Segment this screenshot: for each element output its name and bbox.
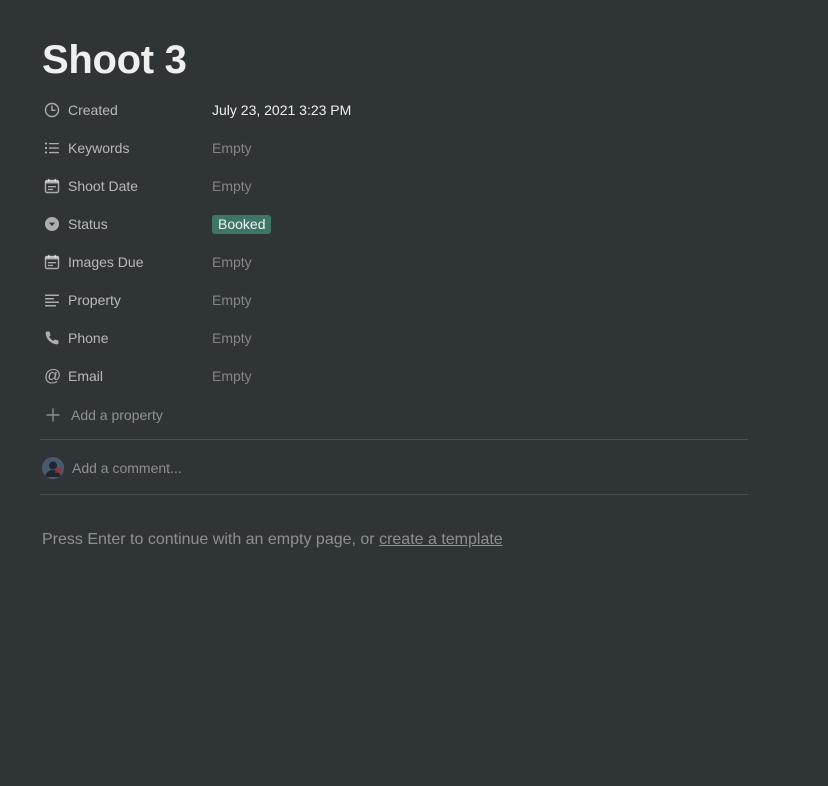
property-row-status: Status Booked (40, 205, 748, 243)
text-lines-icon (40, 292, 68, 308)
property-row-property: Property Empty (40, 281, 748, 319)
user-avatar (42, 457, 64, 479)
property-row-created: Created July 23, 2021 3:23 PM (40, 91, 748, 129)
create-template-link[interactable]: create a template (379, 531, 503, 548)
empty-page-hint: Press Enter to continue with an empty pa… (42, 529, 503, 551)
page: Shoot 3 Created July 23, 2021 3:23 PM Ke… (0, 0, 828, 786)
calendar-icon (40, 254, 68, 270)
property-row-email: @ Email Empty (40, 357, 748, 395)
property-name-shoot-date[interactable]: Shoot Date (40, 169, 212, 203)
property-label: Property (68, 292, 121, 308)
property-name-created[interactable]: Created (40, 93, 212, 127)
property-value-phone[interactable]: Empty (212, 321, 748, 355)
property-label: Email (68, 368, 104, 384)
plus-icon (40, 408, 71, 422)
comment-input[interactable]: Add a comment... (42, 454, 182, 482)
property-name-phone[interactable]: Phone (40, 321, 212, 355)
property-label: Phone (68, 330, 109, 346)
divider (40, 494, 748, 495)
at-sign-icon: @ (44, 366, 62, 385)
property-name-images-due[interactable]: Images Due (40, 245, 212, 279)
property-row-shoot-date: Shoot Date Empty (40, 167, 748, 205)
properties-list: Created July 23, 2021 3:23 PM Keywords E… (40, 91, 748, 395)
add-property-label: Add a property (71, 407, 163, 423)
hint-text: Press Enter to continue with an empty pa… (42, 531, 380, 548)
property-value-email[interactable]: Empty (212, 359, 748, 393)
property-label: Created (68, 102, 118, 118)
property-label: Keywords (68, 140, 130, 156)
property-value-keywords[interactable]: Empty (212, 131, 748, 165)
multi-select-list-icon (40, 140, 68, 156)
property-name-email[interactable]: @ Email (40, 359, 212, 393)
property-name-keywords[interactable]: Keywords (40, 131, 212, 165)
phone-icon (40, 330, 68, 346)
page-title[interactable]: Shoot 3 (42, 36, 187, 84)
property-value-images-due[interactable]: Empty (212, 245, 748, 279)
property-value-shoot-date[interactable]: Empty (212, 169, 748, 203)
property-label: Shoot Date (68, 178, 139, 194)
property-row-phone: Phone Empty (40, 319, 748, 357)
divider (40, 439, 748, 440)
add-property-button[interactable]: Add a property (40, 400, 163, 430)
property-name-status[interactable]: Status (40, 207, 212, 241)
select-chevron-icon (40, 216, 68, 232)
status-badge: Booked (212, 214, 272, 234)
clock-icon (40, 102, 68, 118)
calendar-icon (40, 178, 68, 194)
property-value-created[interactable]: July 23, 2021 3:23 PM (212, 93, 748, 127)
property-value-property[interactable]: Empty (212, 283, 748, 317)
property-value-status[interactable]: Booked (212, 207, 748, 241)
property-name-property[interactable]: Property (40, 283, 212, 317)
property-label: Images Due (68, 254, 144, 270)
property-label: Status (68, 216, 108, 232)
property-row-images-due: Images Due Empty (40, 243, 748, 281)
property-row-keywords: Keywords Empty (40, 129, 748, 167)
comment-placeholder: Add a comment... (72, 460, 182, 476)
